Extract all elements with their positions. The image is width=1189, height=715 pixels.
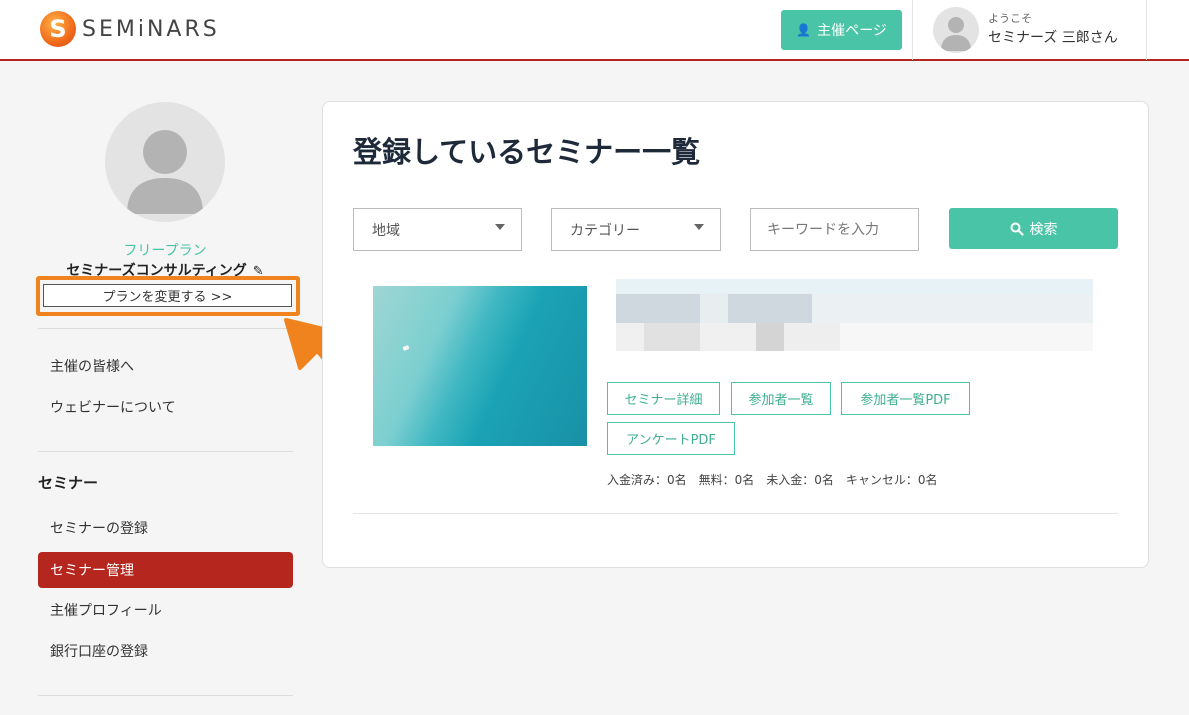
participants-button[interactable]: 参加者一覧 (731, 382, 831, 415)
header: S SEMiNARS 👤 主催ページ ようこそ セミナーズ 三郎さん (0, 0, 1189, 61)
change-plan-button[interactable]: プランを変更する >> (43, 284, 292, 307)
logo-mark: S (40, 11, 76, 47)
nav-for-hosts[interactable]: 主催の皆様へ (38, 348, 293, 384)
divider (38, 328, 293, 329)
host-page-button[interactable]: 👤 主催ページ (781, 10, 902, 50)
search-icon (1010, 222, 1024, 236)
region-select-label: 地域 (372, 222, 400, 239)
search-button[interactable]: 検索 (949, 208, 1118, 249)
nav-bank-account[interactable]: 銀行口座の登録 (38, 633, 293, 669)
divider (38, 451, 293, 452)
nav-seminar-register[interactable]: セミナーの登録 (38, 510, 293, 546)
nav-seminar-manage[interactable]: セミナー管理 (38, 552, 293, 588)
chevron-down-icon (694, 224, 704, 230)
user-icon: 👤 (796, 23, 812, 37)
divider (38, 695, 293, 696)
search-label: 検索 (1029, 221, 1058, 238)
user-name: セミナーズ 三郎さん (988, 30, 1118, 46)
nav-webinar-about[interactable]: ウェビナーについて (38, 389, 293, 425)
chevron-down-icon (495, 224, 505, 230)
divider (353, 513, 1118, 514)
seminar-thumbnail[interactable] (373, 286, 587, 446)
participants-pdf-button[interactable]: 参加者一覧PDF (841, 382, 970, 415)
section-title-seminar: セミナー (38, 474, 99, 492)
seminars-logo[interactable]: S SEMiNARS (40, 11, 220, 47)
nav-host-profile[interactable]: 主催プロフィール (38, 592, 293, 628)
user-avatar (933, 7, 979, 53)
logo-text: SEMiNARS (82, 16, 220, 42)
seminar-detail-button[interactable]: セミナー詳細 (607, 382, 720, 415)
user-menu[interactable]: ようこそ セミナーズ 三郎さん (912, 0, 1147, 60)
category-select[interactable]: カテゴリー (551, 208, 721, 251)
seminar-list-card: 登録しているセミナー一覧 地域 カテゴリー 検索 セミナー詳細 参加者一覧 参加… (322, 101, 1149, 568)
category-select-label: カテゴリー (570, 222, 640, 239)
plan-label: フリープラン (123, 243, 207, 259)
page-title: 登録しているセミナー一覧 (353, 135, 701, 169)
survey-pdf-button[interactable]: アンケートPDF (607, 422, 735, 455)
profile-avatar (105, 102, 225, 222)
welcome-label: ようこそ (988, 12, 1032, 25)
seminar-info-redacted (616, 323, 1093, 351)
host-page-label: 主催ページ (817, 23, 887, 39)
keyword-input[interactable] (750, 208, 919, 251)
region-select[interactable]: 地域 (353, 208, 522, 251)
payment-stats: 入金済み：0名 無料：0名 未入金：0名 キャンセル：0名 (607, 473, 938, 487)
